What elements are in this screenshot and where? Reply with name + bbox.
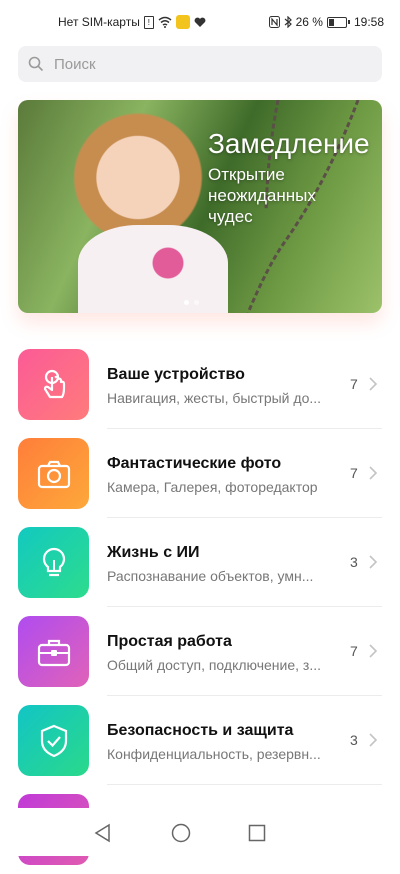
chevron-right-icon [369,466,378,480]
list-item-count: 3 [350,554,358,570]
navigation-bar [0,808,400,856]
camera-icon [37,460,70,488]
banner-dot [194,300,199,305]
list-item-title: Жизнь с ИИ [107,544,200,561]
home-icon[interactable] [170,822,192,844]
carrier-label: Нет SIM-карты [58,15,140,29]
notification-badge-icon [175,15,190,29]
chevron-right-icon [369,644,378,658]
featured-banner[interactable]: Замедление Открытие неожиданных чудес [18,100,382,313]
search-icon [28,56,44,72]
search-bar[interactable] [18,46,382,82]
heart-icon [194,17,206,27]
bluetooth-icon [284,16,292,28]
lightbulb-icon [42,547,65,576]
banner-subtitle: Открытие неожиданных чудес [208,165,316,226]
list-item-desc: Навигация, жесты, быстрый до... [107,390,322,406]
list-icon-bg [18,349,89,420]
status-bar: Нет SIM-карты ! 26 % 19:58 [0,0,400,44]
list-item-count: 3 [350,732,358,748]
list-item-desc: Распознавание объектов, умн... [107,568,314,584]
list-item-count: 7 [350,465,358,481]
list-item-desc: Общий доступ, подключение, з... [107,657,321,673]
status-left: Нет SIM-карты ! [58,15,206,29]
clock: 19:58 [353,15,384,29]
recents-icon[interactable] [246,822,268,844]
list-item-photos[interactable]: Фантастические фото Камера, Галерея, фот… [0,429,400,518]
chevron-right-icon [369,733,378,747]
list-item-your-device[interactable]: Ваше устройство Навигация, жесты, быстры… [0,340,400,429]
list-item-easy-work[interactable]: Простая работа Общий доступ, подключение… [0,607,400,696]
list-icon-bg [18,438,89,509]
nfc-icon [268,16,280,28]
list-item-title: Простая работа [107,633,232,650]
banner-title: Замедление [208,128,370,159]
banner-pagination [184,300,199,305]
tap-icon [43,369,65,398]
sim-icon: ! [143,15,154,29]
battery-tip [347,20,350,24]
list-icon-bg [18,705,89,776]
shield-check-icon [40,724,67,757]
list-item-ai-life[interactable]: Жизнь с ИИ Распознавание объектов, умн..… [0,518,400,607]
chevron-right-icon [369,377,378,391]
list-item-count: 7 [350,376,358,392]
briefcase-icon [37,639,70,666]
list-item-desc: Камера, Галерея, фоторедактор [107,479,318,495]
battery-icon [326,16,347,28]
battery-percent: 26 % [295,15,323,29]
list-item-title: Ваше устройство [107,366,245,383]
list-item-security[interactable]: Безопасность и защита Конфиденциальность… [0,696,400,785]
chevron-right-icon [369,555,378,569]
list-item-title: Безопасность и защита [107,722,294,739]
list-item-title: Фантастические фото [107,455,282,472]
back-icon[interactable] [92,822,114,844]
banner-dot-active [184,300,189,305]
status-right: 26 % 19:58 [268,15,384,29]
list-item-count: 7 [350,643,358,659]
search-input[interactable] [52,54,356,74]
list-icon-bg [18,527,89,598]
list-item-desc: Конфиденциальность, резервн... [107,746,321,762]
list-icon-bg [18,616,89,687]
wifi-icon [158,16,172,28]
